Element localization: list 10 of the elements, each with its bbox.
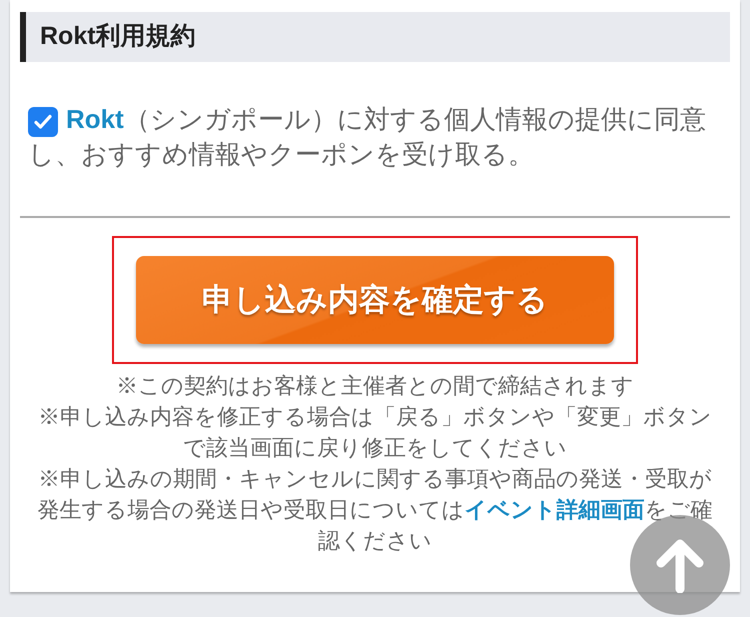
note-text: ※申し込みの期間・キャンセルに関する事項や商品の発送・受取が発生する場合の発送日や受取日についてはイベント詳細画面をご確認ください <box>36 465 714 555</box>
up-arrow-icon <box>655 537 705 593</box>
note-text: ※この契約はお客様と主催者との間で締結されます <box>115 372 635 400</box>
event-detail-link[interactable]: イベント詳細画面 <box>464 497 644 522</box>
consent-checkbox[interactable] <box>28 107 58 137</box>
rokt-link[interactable]: Rokt <box>66 104 124 134</box>
section-title: Rokt利用規約 <box>40 21 196 52</box>
consent-text: Rokt（シンガポール）に対する個人情報の提供に同意し、おすすめ情報やクーポンを受け取る。 <box>28 103 707 171</box>
note-text: ※申し込み内容を修正する場合は「戻る」ボタンや「変更」ボタンで該当画面に戻り修正をしてください <box>37 403 713 462</box>
confirm-button[interactable]: 申し込み内容を確定する <box>136 256 614 344</box>
